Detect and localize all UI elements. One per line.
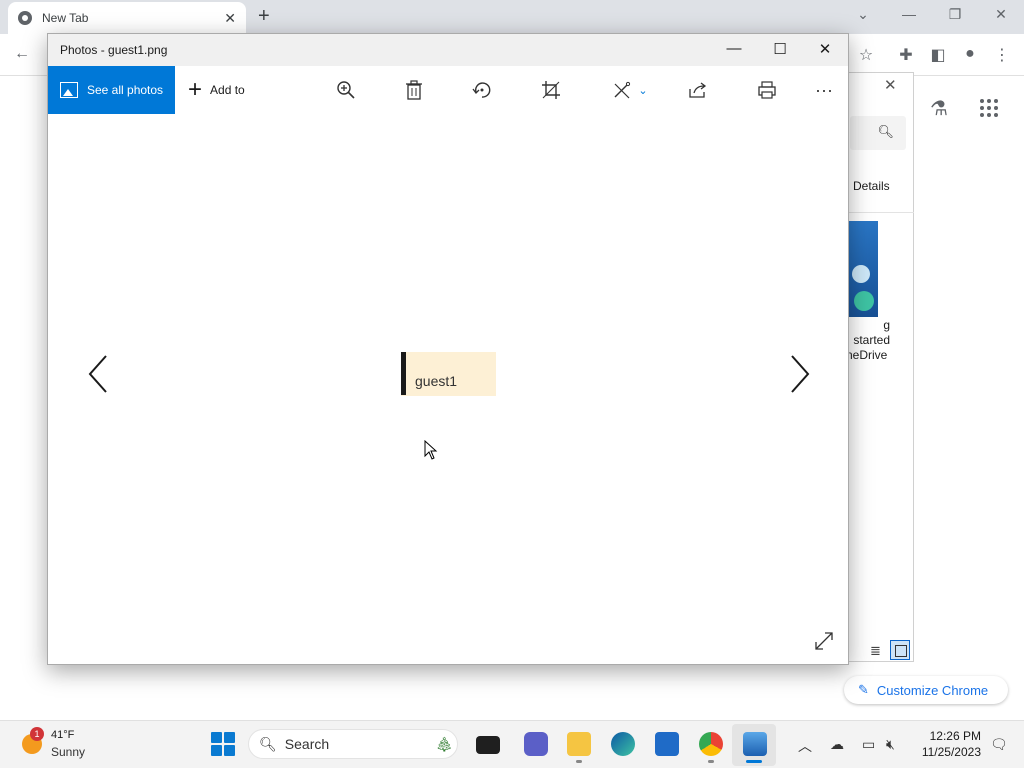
edit-create-icon[interactable]: ⌄ bbox=[608, 77, 652, 103]
search-icon: 🔍︎ bbox=[877, 124, 894, 139]
chrome-icon bbox=[18, 11, 32, 25]
photo-icon bbox=[60, 82, 78, 98]
delete-icon[interactable] bbox=[400, 77, 428, 103]
extensions-icon[interactable]: ✚ bbox=[896, 45, 916, 65]
flask-icon[interactable]: ⚗ bbox=[930, 96, 948, 121]
previous-icon[interactable] bbox=[88, 354, 108, 394]
running-indicator bbox=[708, 760, 714, 763]
next-icon[interactable] bbox=[790, 354, 810, 394]
large-icons-view-icon[interactable] bbox=[890, 640, 910, 660]
photos-command-bar: See all photos + Add to ⌄ ··· bbox=[48, 66, 848, 114]
add-to-label: Add to bbox=[210, 83, 245, 97]
task-view-icon[interactable] bbox=[476, 736, 500, 754]
taskbar-search-box[interactable]: 🔍︎ Search 🎄︎ bbox=[248, 729, 458, 759]
explorer-details-button[interactable]: Details bbox=[853, 179, 890, 193]
photos-window-title: Photos - guest1.png bbox=[60, 43, 168, 57]
file-caption[interactable]: g started neDrive bbox=[846, 318, 914, 363]
photos-window: Photos - guest1.png — ☐ ✕ See all photos… bbox=[47, 33, 849, 665]
file-caption-line: g started bbox=[853, 318, 890, 347]
chevron-down-icon: ⌄ bbox=[638, 84, 648, 97]
see-all-photos-button[interactable]: See all photos bbox=[48, 66, 175, 114]
add-to-button[interactable]: + Add to bbox=[188, 66, 245, 114]
image-accent-bar bbox=[401, 352, 406, 395]
weather-condition[interactable]: Sunny bbox=[51, 745, 85, 759]
print-icon[interactable] bbox=[753, 77, 781, 103]
displayed-image[interactable]: guest1 bbox=[401, 352, 496, 396]
photos-minimize-button[interactable]: — bbox=[722, 40, 746, 57]
clock-time[interactable]: 12:26 PM bbox=[925, 729, 981, 743]
explorer-close-button[interactable]: ✕ bbox=[884, 76, 897, 94]
photos-close-button[interactable]: ✕ bbox=[813, 40, 837, 58]
full-screen-icon[interactable] bbox=[814, 631, 834, 656]
file-explorer-icon[interactable] bbox=[567, 732, 591, 756]
chevron-up-icon[interactable]: ︿ bbox=[798, 736, 812, 756]
photo-viewer-canvas: guest1 bbox=[48, 114, 848, 664]
pencil-icon: ✎ bbox=[858, 682, 869, 697]
chrome-minimize-button[interactable]: — bbox=[899, 6, 919, 22]
photos-taskbar-icon[interactable] bbox=[743, 732, 767, 756]
active-indicator bbox=[746, 760, 762, 763]
search-icon: 🔍︎ bbox=[259, 735, 277, 752]
tab-search-button[interactable]: ⌄ bbox=[853, 6, 873, 23]
zoom-icon[interactable] bbox=[332, 77, 360, 103]
back-icon[interactable]: ← bbox=[12, 45, 32, 63]
more-icon[interactable]: ··· bbox=[810, 77, 838, 103]
clock-date[interactable]: 11/25/2023 bbox=[911, 745, 981, 759]
tab-close-button[interactable]: ✕ bbox=[224, 10, 236, 27]
file-caption-line: neDrive bbox=[846, 348, 888, 362]
new-tab-button[interactable]: + bbox=[258, 6, 270, 26]
running-indicator bbox=[576, 760, 582, 763]
chrome-close-button[interactable]: ✕ bbox=[991, 6, 1011, 23]
tab-new-tab[interactable]: New Tab ✕ bbox=[8, 2, 246, 34]
divider bbox=[848, 212, 914, 213]
see-all-label: See all photos bbox=[87, 83, 164, 97]
display-icon[interactable]: ▭ bbox=[862, 736, 875, 753]
rotate-icon[interactable] bbox=[468, 77, 496, 103]
image-text: guest1 bbox=[415, 373, 458, 389]
share-icon[interactable] bbox=[684, 77, 712, 103]
mouse-cursor-icon bbox=[424, 439, 438, 465]
edge-icon[interactable] bbox=[611, 732, 635, 756]
onedrive-file-thumbnail[interactable] bbox=[848, 221, 878, 317]
plus-icon: + bbox=[188, 76, 203, 103]
weather-badge: 1 bbox=[30, 727, 44, 741]
menu-icon[interactable]: ⋮ bbox=[992, 45, 1012, 65]
notification-icon[interactable]: 🗨︎ bbox=[990, 736, 1008, 753]
volume-muted-icon[interactable]: 🔇︎ bbox=[886, 736, 895, 753]
store-icon[interactable] bbox=[655, 732, 679, 756]
windows-start-icon[interactable] bbox=[211, 732, 235, 756]
crop-icon[interactable] bbox=[537, 77, 565, 103]
chrome-restore-button[interactable]: ❐ bbox=[945, 6, 965, 23]
temperature[interactable]: 41°F bbox=[51, 729, 74, 741]
photos-maximize-button[interactable]: ☐ bbox=[768, 40, 792, 58]
customize-chrome-button[interactable]: ✎ Customize Chrome bbox=[844, 676, 1008, 704]
customize-label: Customize Chrome bbox=[876, 682, 989, 698]
star-icon[interactable]: ☆ bbox=[856, 45, 876, 65]
tab-title: New Tab bbox=[42, 11, 89, 25]
profile-icon[interactable]: ● bbox=[960, 45, 980, 63]
file-explorer-window bbox=[848, 72, 914, 662]
holiday-decoration-icon: 🎄︎ bbox=[435, 735, 453, 752]
side-panel-icon[interactable]: ◧ bbox=[928, 45, 948, 65]
teams-icon[interactable] bbox=[524, 732, 548, 756]
onedrive-icon[interactable]: ☁ bbox=[830, 736, 844, 753]
explorer-search-box[interactable]: 🔍︎ bbox=[850, 116, 906, 150]
apps-grid-icon[interactable] bbox=[980, 99, 1000, 119]
chrome-taskbar-icon[interactable] bbox=[699, 732, 723, 756]
details-view-icon[interactable]: ≣ bbox=[870, 643, 881, 659]
search-placeholder: Search bbox=[284, 736, 330, 752]
